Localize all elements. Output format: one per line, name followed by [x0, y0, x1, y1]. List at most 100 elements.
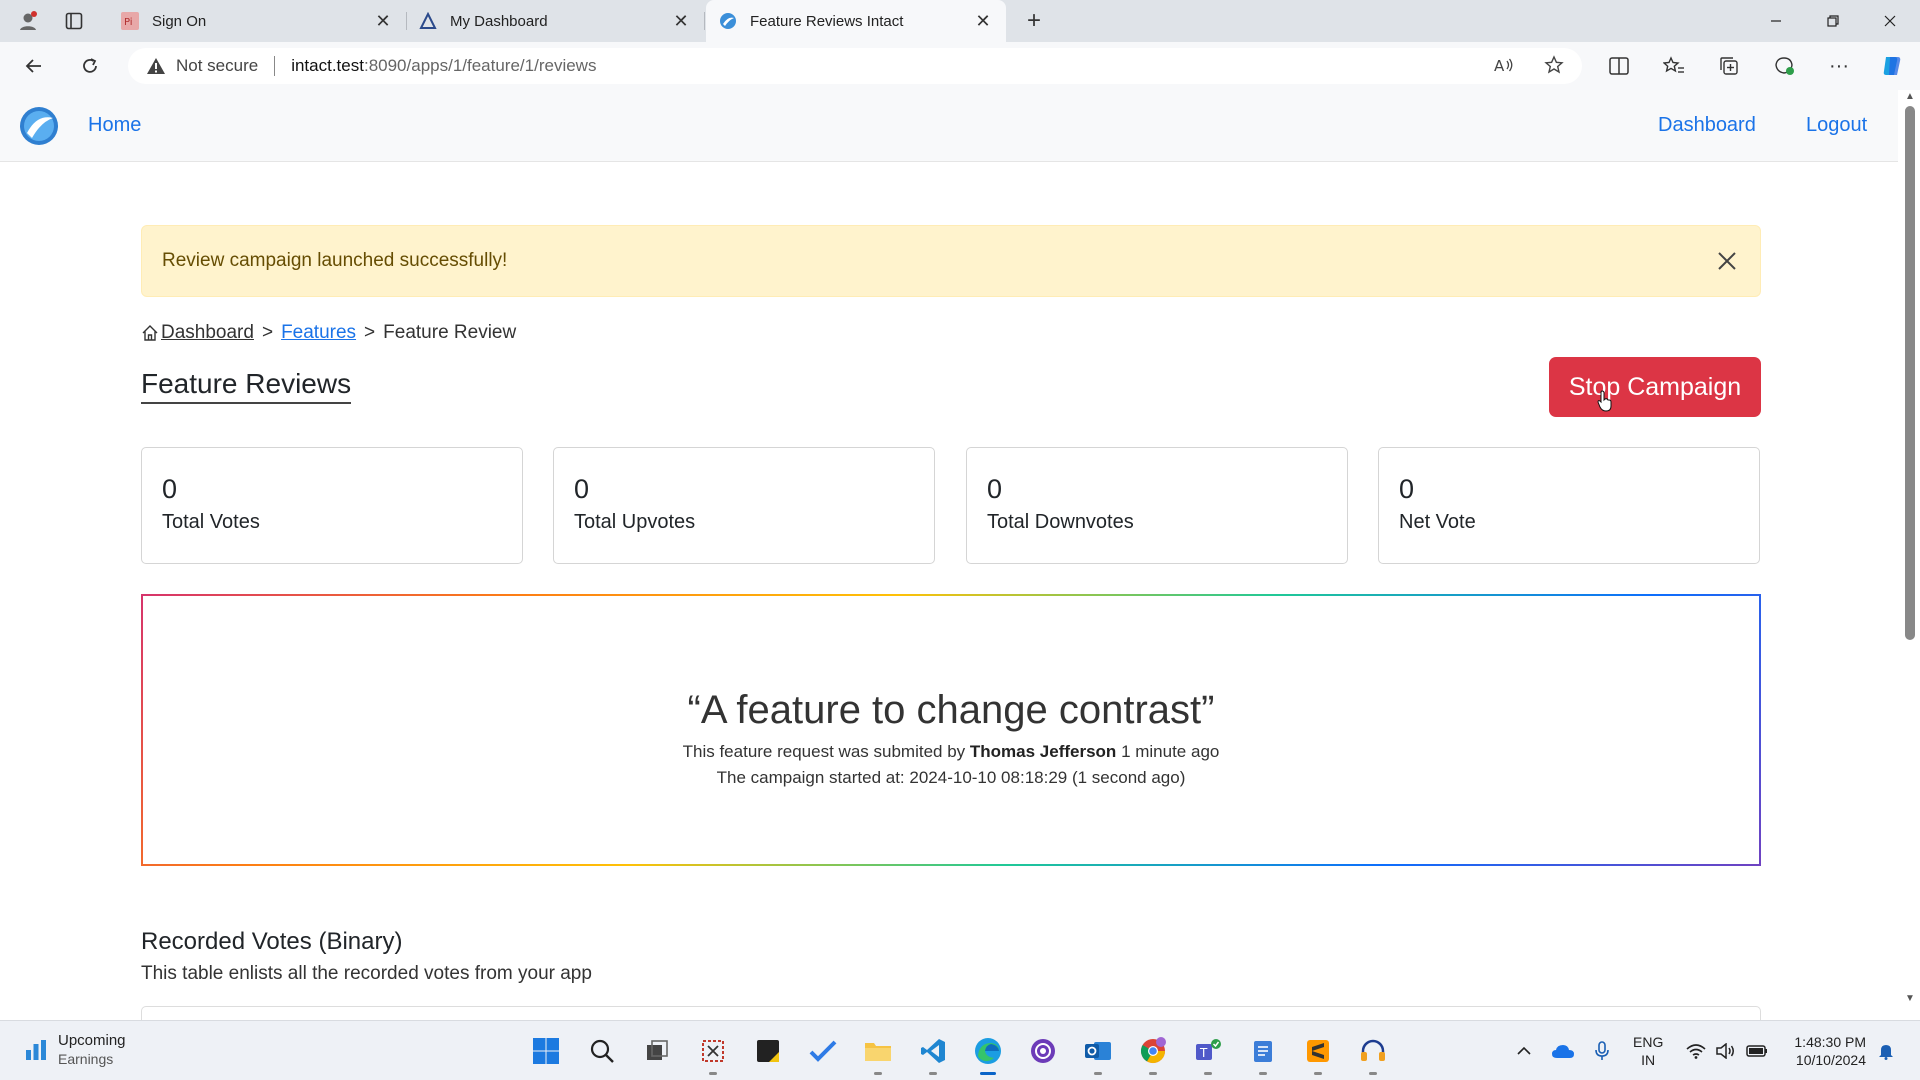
clock-time: 1:48:30 PM [1794, 1034, 1866, 1050]
campaign-started-line: The campaign started at: 2024-10-10 08:1… [716, 768, 1186, 787]
close-tab-icon[interactable]: ✕ [372, 10, 394, 32]
intact-logo-icon[interactable] [19, 106, 59, 146]
snipping-tool-icon[interactable] [695, 1033, 731, 1075]
browser-tab-bar: Pi Sign On ✕ My Dashboard ✕ Feature Revi… [0, 0, 1920, 42]
votes-section-title: Recorded Votes (Binary) [141, 928, 403, 955]
sticky-notes-icon[interactable] [750, 1033, 786, 1069]
notepad-icon[interactable] [1245, 1033, 1281, 1075]
hand-cursor-icon [1597, 390, 1613, 417]
warning-icon [146, 57, 168, 75]
chrome-icon[interactable] [1135, 1033, 1171, 1075]
stop-campaign-button[interactable]: Stop Campaign [1549, 357, 1761, 417]
scroll-down-icon[interactable]: ▼ [1904, 994, 1916, 1004]
breadcrumb-dashboard-link[interactable]: Dashboard [141, 322, 254, 344]
votes-section-description: This table enlists all the recorded vote… [141, 963, 592, 984]
page-viewport: Home Dashboard Logout Review campaign la… [0, 90, 1920, 1020]
refresh-icon[interactable] [72, 50, 108, 82]
close-alert-icon[interactable] [1712, 246, 1742, 276]
system-clock[interactable]: 1:48:30 PM 10/10/2024 [1784, 1033, 1866, 1069]
scroll-up-icon[interactable]: ▲ [1904, 92, 1916, 102]
breadcrumb: Dashboard > Features > Feature Review [141, 322, 516, 344]
vscode-icon[interactable] [915, 1033, 951, 1075]
stat-card-total-votes: 0 Total Votes [141, 447, 523, 564]
close-window-icon[interactable] [1862, 0, 1918, 42]
page-title: Feature Reviews [141, 368, 352, 404]
address-bar-row: Not secure intact.test:8090/apps/1/featu… [0, 42, 1920, 90]
stat-label: Total Downvotes [987, 511, 1134, 533]
weather-widget[interactable]: Upcoming Earnings [24, 1031, 126, 1069]
tab-my-dashboard[interactable]: My Dashboard ✕ [406, 0, 705, 42]
read-aloud-icon[interactable]: A [1489, 50, 1519, 80]
wifi-icon[interactable] [1684, 1039, 1708, 1063]
scrollbar-thumb[interactable] [1905, 106, 1915, 640]
microphone-icon[interactable] [1590, 1039, 1614, 1063]
nav-logout-link[interactable]: Logout [1806, 114, 1867, 137]
battery-icon[interactable] [1744, 1039, 1770, 1063]
edge-icon[interactable] [970, 1033, 1006, 1075]
weather-subtitle: Earnings [58, 1051, 114, 1067]
sublime-text-icon[interactable] [1300, 1033, 1336, 1075]
volume-icon[interactable] [1714, 1039, 1738, 1063]
collections-icon[interactable] [1711, 50, 1747, 82]
success-alert: Review campaign launched successfully! [141, 225, 1761, 297]
svg-text:Pi: Pi [124, 17, 133, 28]
stat-card-total-upvotes: 0 Total Upvotes [553, 447, 935, 564]
url-path: :8090/apps/1/feature/1/reviews [363, 56, 597, 75]
stat-card-net-vote: 0 Net Vote [1378, 447, 1760, 564]
tab-feature-reviews[interactable]: Feature Reviews Intact ✕ [706, 0, 1006, 42]
close-tab-icon[interactable]: ✕ [972, 10, 994, 32]
stat-label: Total Upvotes [574, 511, 696, 533]
site-navbar: Home Dashboard Logout [0, 90, 1898, 162]
podcast-app-icon[interactable] [1025, 1033, 1061, 1069]
onedrive-icon[interactable] [1550, 1039, 1576, 1063]
intact-favicon-icon [718, 11, 738, 31]
start-icon[interactable] [528, 1033, 564, 1069]
stat-value: 0 [1399, 474, 1415, 504]
close-tab-icon[interactable]: ✕ [670, 10, 692, 32]
favorites-icon[interactable] [1656, 50, 1692, 82]
back-icon[interactable] [16, 50, 52, 82]
restore-icon[interactable] [1805, 0, 1861, 42]
task-view-icon[interactable] [639, 1033, 675, 1069]
notification-bell-icon[interactable] [1874, 1039, 1898, 1063]
feature-quote: “A feature to change contrast” [687, 688, 1215, 732]
triangle-favicon-icon [418, 11, 438, 31]
security-label[interactable]: Not secure [176, 56, 258, 76]
clock-date: 10/10/2024 [1795, 1052, 1866, 1068]
stocks-icon [26, 1040, 46, 1060]
more-options-icon[interactable]: ··· [1821, 50, 1857, 82]
todo-icon[interactable] [805, 1033, 841, 1069]
url-bar[interactable]: Not secure intact.test:8090/apps/1/featu… [128, 48, 1582, 84]
copilot-icon[interactable] [1874, 50, 1910, 82]
profile-icon[interactable] [12, 6, 44, 36]
chevron-up-icon[interactable] [1512, 1039, 1536, 1063]
new-tab-icon[interactable]: + [1018, 6, 1050, 36]
minimize-icon[interactable] [1748, 0, 1804, 42]
file-explorer-icon[interactable] [860, 1033, 896, 1075]
stat-value: 0 [574, 474, 590, 504]
feature-author: Thomas Jefferson [969, 742, 1117, 761]
browser-essentials-icon[interactable] [1766, 50, 1802, 82]
nav-home-link[interactable]: Home [88, 114, 141, 137]
page-scrollbar[interactable]: ▲ ▼ [1900, 90, 1920, 1020]
feature-submitted-line: This feature request was submited by Tho… [682, 742, 1220, 761]
teams-icon[interactable]: T [1190, 1033, 1226, 1075]
stat-value: 0 [162, 474, 178, 504]
home-icon [142, 325, 158, 341]
search-icon[interactable] [584, 1033, 620, 1069]
favorite-star-icon[interactable] [1539, 50, 1569, 80]
nav-dashboard-link[interactable]: Dashboard [1658, 114, 1756, 137]
feature-request-card: “A feature to change contrast” This feat… [141, 594, 1761, 866]
alert-message: Review campaign launched successfully! [162, 250, 508, 271]
tab-title: Feature Reviews Intact [750, 12, 904, 30]
language-indicator[interactable]: ENG IN [1633, 1033, 1663, 1069]
split-screen-icon[interactable] [1601, 50, 1637, 82]
headphones-app-icon[interactable] [1355, 1033, 1391, 1075]
breadcrumb-current: Feature Review [383, 322, 517, 343]
breadcrumb-features-link[interactable]: Features [281, 322, 356, 344]
tab-sign-on[interactable]: Pi Sign On ✕ [108, 0, 407, 42]
outlook-icon[interactable] [1080, 1033, 1116, 1075]
tab-actions-icon[interactable] [58, 6, 90, 36]
tab-title: Sign On [152, 12, 207, 30]
url-host: intact.test [291, 56, 364, 75]
